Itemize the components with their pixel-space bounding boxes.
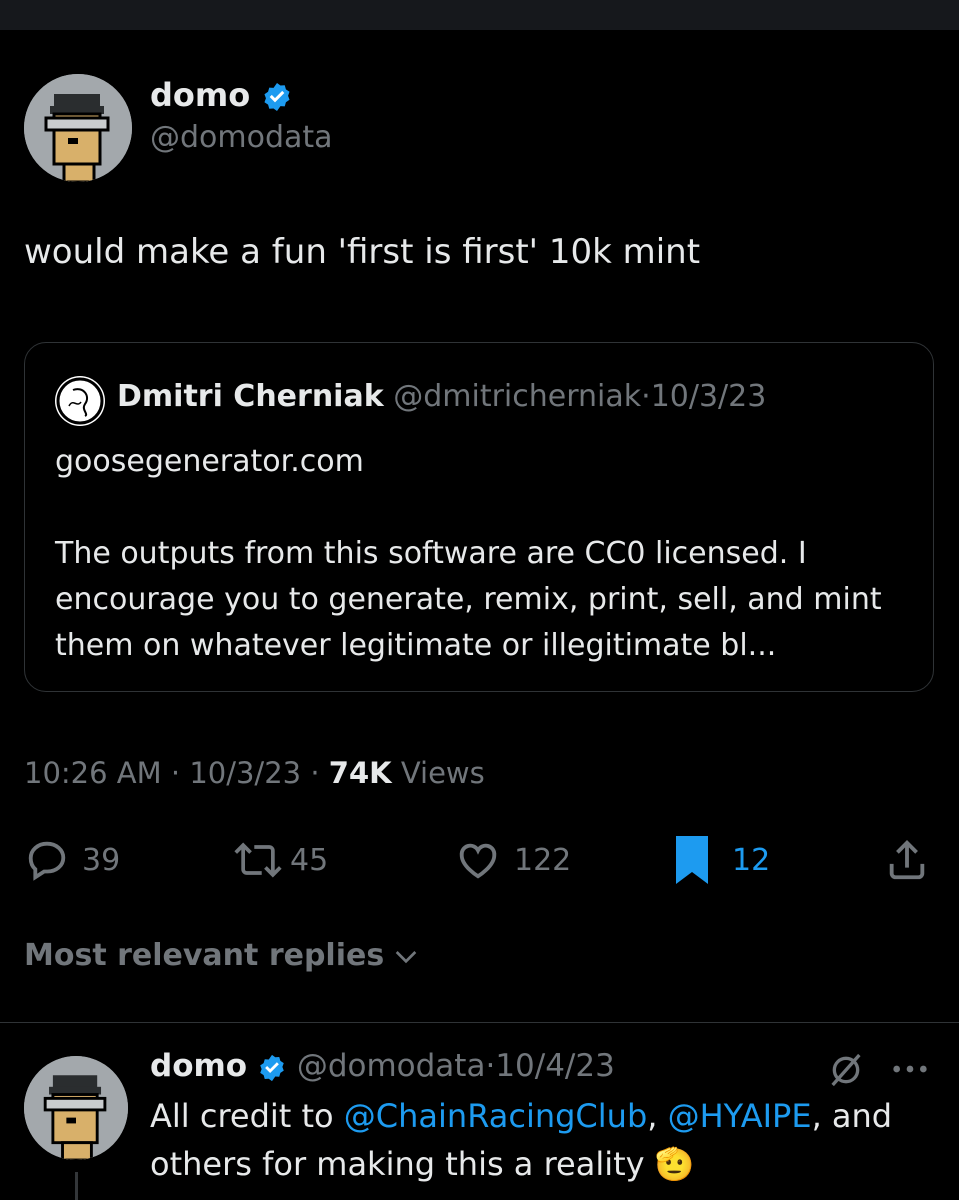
tweet-text: would make a fun 'first is first' 10k mi… <box>24 232 701 272</box>
reply-author-avatar[interactable] <box>24 1056 128 1160</box>
bookmark-icon <box>676 836 708 884</box>
reply-author-name[interactable]: domo <box>150 1048 247 1084</box>
views-count: 74K <box>328 756 392 790</box>
reply-count: 39 <box>82 842 121 878</box>
verified-badge-icon <box>260 1054 284 1081</box>
author-handle[interactable]: @domodata <box>150 120 333 155</box>
repost-count: 45 <box>290 842 329 878</box>
grok-icon <box>831 1053 861 1087</box>
bookmark-button[interactable]: 12 <box>672 830 770 890</box>
quote-text: The outputs from this software are CC0 l… <box>55 536 882 663</box>
like-icon <box>459 843 497 879</box>
more-options-button[interactable] <box>890 1054 930 1088</box>
like-button[interactable]: 122 <box>454 830 571 890</box>
verified-badge-icon <box>264 83 290 111</box>
author-name[interactable]: domo <box>150 76 293 114</box>
repost-button[interactable]: 45 <box>232 830 328 890</box>
quote-author-name[interactable]: Dmitri Cherniak <box>117 379 384 414</box>
reply-text: All credit to @ChainRacingClub, @HYAIPE,… <box>150 1097 893 1183</box>
reply-date[interactable]: 10/4/23 <box>495 1048 615 1084</box>
like-count: 122 <box>514 842 572 878</box>
more-icon <box>893 1065 927 1073</box>
repost-icon <box>234 842 282 878</box>
mention-link[interactable]: @ChainRacingClub <box>344 1097 647 1135</box>
reply-header: domo @domodata·10/4/23 <box>150 1048 615 1084</box>
mention-link[interactable]: @HYAIPE <box>668 1097 812 1135</box>
replies-sort-label: Most relevant replies <box>24 938 385 973</box>
views-label: Views <box>400 756 485 790</box>
top-status-bar <box>0 0 959 30</box>
quote-author-avatar[interactable] <box>55 376 105 426</box>
tweet-time[interactable]: 10:26 AM <box>24 756 162 790</box>
action-bar: 39 45 122 12 <box>0 830 959 890</box>
divider <box>0 1022 959 1023</box>
reply-separator: · <box>485 1048 496 1084</box>
quote-link-line: goosegenerator.com <box>55 444 364 479</box>
quote-author-handle[interactable]: @dmitricherniak <box>393 379 641 414</box>
tweet-date[interactable]: 10/3/23 <box>189 756 301 790</box>
share-icon <box>889 840 925 880</box>
quote-header: Dmitri Cherniak @dmitricherniak·10/3/23 <box>117 379 766 414</box>
reply-button[interactable]: 39 <box>24 830 120 890</box>
quote-date[interactable]: 10/3/23 <box>651 379 767 414</box>
replies-sort-dropdown[interactable]: Most relevant replies <box>24 938 422 973</box>
share-button[interactable] <box>884 830 930 890</box>
reply-author-handle[interactable]: @domodata <box>297 1048 486 1084</box>
chevron-down-icon <box>395 950 417 963</box>
thread-line <box>75 1172 78 1200</box>
quote-body: goosegenerator.com The outputs from this… <box>55 439 915 669</box>
tweet-meta: 10:26 AM · 10/3/23 · 74K Views <box>24 756 485 790</box>
meta-separator-1: · <box>170 756 181 790</box>
bookmark-count: 12 <box>732 842 771 878</box>
reply-icon <box>28 841 66 881</box>
pen-plotter-logo-icon <box>56 377 104 425</box>
grok-button[interactable] <box>826 1050 866 1094</box>
pixel-avatar-icon <box>24 1056 128 1160</box>
pixel-avatar-icon <box>24 74 132 182</box>
quoted-tweet[interactable]: Dmitri Cherniak @dmitricherniak·10/3/23 … <box>24 342 934 692</box>
author-avatar[interactable] <box>24 74 132 182</box>
meta-separator-2: · <box>310 756 320 790</box>
quote-separator: · <box>641 379 651 414</box>
